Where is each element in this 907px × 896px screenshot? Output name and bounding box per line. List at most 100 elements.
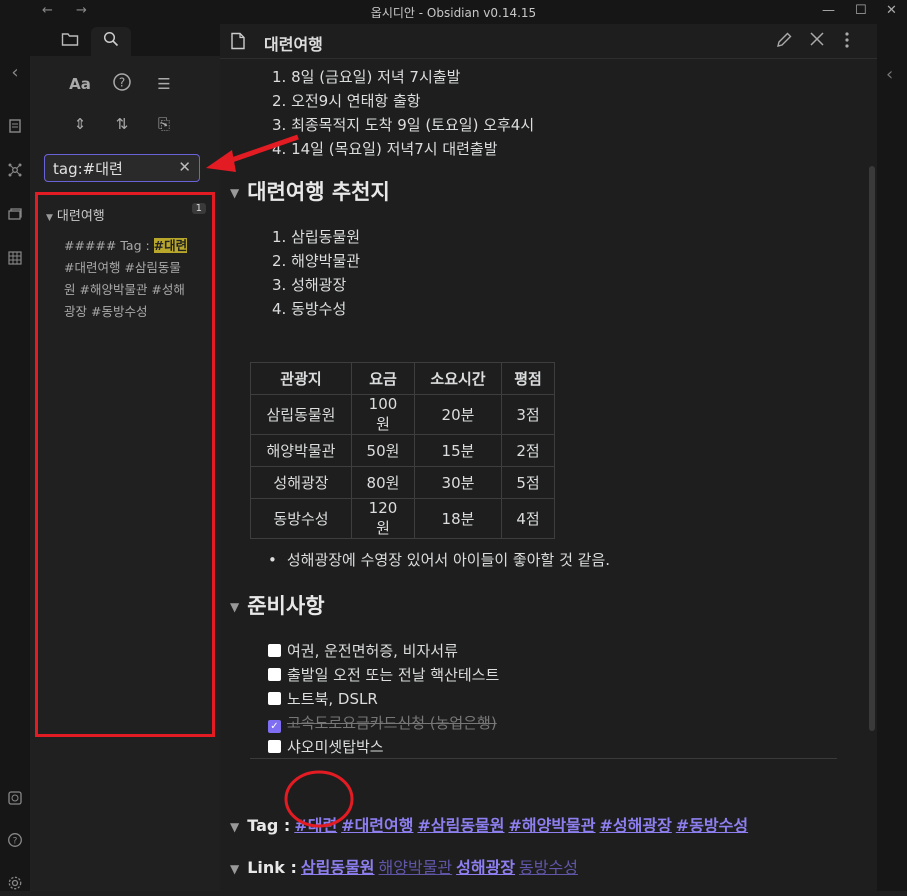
fold-arrow-icon[interactable]: ▼ <box>230 820 239 834</box>
internal-link[interactable]: 삼립동물원 <box>301 858 375 877</box>
task-label: 노트북, DSLR <box>287 690 378 708</box>
table-cell: 15분 <box>414 434 502 467</box>
document-title[interactable]: 대련여행 <box>264 31 323 55</box>
expand-right-sidebar-icon[interactable]: ‹ <box>886 64 893 85</box>
help-circle-icon: ? <box>113 73 131 91</box>
tag-link[interactable]: #삼림동물원 <box>417 816 504 835</box>
table-cell: 80원 <box>351 466 415 499</box>
maximize-button[interactable]: ☐ <box>855 3 867 18</box>
search-result-filename: 대련여행 <box>56 209 105 224</box>
column-header: 관광지 <box>250 362 352 395</box>
tag-label: Tag : <box>247 816 291 835</box>
cards-icon[interactable] <box>6 206 24 224</box>
close-pane-icon[interactable] <box>809 31 825 51</box>
snippet-match: #대련 <box>153 238 188 253</box>
grid-icon[interactable] <box>6 250 24 268</box>
task-checkbox[interactable] <box>268 644 281 657</box>
fold-arrow-icon[interactable]: ▼ <box>230 186 239 200</box>
task-checkbox-checked[interactable]: ✓ <box>268 720 281 733</box>
sidebar-tab-bar <box>30 24 220 56</box>
column-header: 소요시간 <box>414 362 502 395</box>
match-case-button[interactable]: Aa <box>68 72 92 96</box>
internal-link-unresolved[interactable]: 해양박물관 <box>379 858 453 877</box>
task-item: 노트북, DSLR <box>268 688 378 709</box>
table-cell: 30분 <box>414 466 502 499</box>
list-item: 3. 성해광장 <box>272 276 347 294</box>
sort-button[interactable]: ⇅ <box>110 112 134 136</box>
task-label: 여권, 운전면허증, 비자서류 <box>287 642 458 660</box>
task-item: 출발일 오전 또는 전날 핵산테스트 <box>268 664 499 685</box>
heading-recommend[interactable]: ▼ 대련여행 추천지 <box>230 176 390 206</box>
clear-search-icon[interactable]: ✕ <box>178 158 191 176</box>
graph-icon[interactable] <box>6 162 24 180</box>
snippet-text-pre: ##### Tag : <box>64 238 154 253</box>
vault-icon[interactable] <box>6 790 24 808</box>
minimize-button[interactable]: — <box>822 3 835 18</box>
table-cell: 해양박물관 <box>250 434 352 467</box>
reading-view: 1. 8일 (금요일) 저녁 7시출발 2. 오전9시 연태항 출항 3. 최종… <box>220 58 877 891</box>
folder-icon <box>61 33 79 46</box>
list-item: 1. 8일 (금요일) 저녁 7시출발 <box>272 68 461 86</box>
settings-icon[interactable] <box>6 875 24 893</box>
note-icon[interactable] <box>6 118 24 136</box>
list-item: 2. 오전9시 연태항 출항 <box>272 92 421 110</box>
help-icon[interactable]: ? <box>6 832 24 850</box>
match-count-badge: 1 <box>191 203 206 214</box>
more-options-icon[interactable] <box>844 31 850 53</box>
task-item: ✓ 고속도로요금카드신청 (농업은행) <box>268 712 497 733</box>
table-cell: 100원 <box>351 394 415 435</box>
bullet-text: 성해광장에 수영장 있어서 아이들이 좋아할 것 같음. <box>286 551 611 569</box>
heading-preparation[interactable]: ▼ 준비사항 <box>230 590 325 620</box>
file-explorer-tab[interactable] <box>50 27 90 56</box>
table-cell: 120원 <box>351 498 415 539</box>
collapse-arrow-icon[interactable]: ▼ <box>46 213 53 223</box>
table-cell: 성해광장 <box>250 466 352 499</box>
list-item: 4. 동방수성 <box>272 300 347 318</box>
fold-arrow-icon[interactable]: ▼ <box>230 600 239 614</box>
fold-arrow-icon[interactable]: ▼ <box>230 862 239 876</box>
tag-link[interactable]: #성해광장 <box>600 816 672 835</box>
table-row: 삼립동물원 100원 20분 3점 <box>250 394 555 435</box>
search-result-snippet[interactable]: ##### Tag : #대련 #대련여행 #삼림동물원 #해양박물관 #성해광… <box>64 235 192 323</box>
task-checkbox[interactable] <box>268 668 281 681</box>
collapse-results-button[interactable]: ⇕ <box>68 112 92 136</box>
list-item: 4. 14일 (목요일) 저녁7시 대련출발 <box>272 140 498 158</box>
right-ribbon: ‹ <box>877 24 907 891</box>
document-icon <box>230 32 246 54</box>
task-checkbox[interactable] <box>268 740 281 753</box>
search-result-file[interactable]: ▼ 대련여행 <box>46 205 105 224</box>
task-checkbox[interactable] <box>268 692 281 705</box>
copy-results-button[interactable]: ⎘ <box>152 112 176 136</box>
tag-link[interactable]: #동방수성 <box>676 816 748 835</box>
attractions-table: 관광지 요금 소요시간 평점 삼립동물원 100원 20분 3점 해양박물관 5… <box>250 362 555 539</box>
explain-terms-button[interactable]: ☰ <box>152 72 176 96</box>
list-item: 1. 삼립동물원 <box>272 228 361 246</box>
horizontal-rule <box>250 758 837 759</box>
task-item: 여권, 운전면허증, 비자서류 <box>268 640 458 661</box>
search-tab[interactable] <box>91 27 131 56</box>
tag-link[interactable]: #대련여행 <box>341 816 413 835</box>
heading-text: 준비사항 <box>247 594 325 618</box>
tag-link[interactable]: #해양박물관 <box>508 816 595 835</box>
list-item: 3. 최종목적지 도착 9일 (토요일) 오후4시 <box>272 116 535 134</box>
task-item: 샤오미셋탑박스 <box>268 736 384 757</box>
table-cell: 2점 <box>501 434 555 467</box>
internal-link-unresolved[interactable]: 동방수성 <box>519 858 578 877</box>
table-cell: 50원 <box>351 434 415 467</box>
heading-text: 대련여행 추천지 <box>247 180 390 204</box>
close-window-button[interactable]: ✕ <box>886 3 897 18</box>
task-label: 출발일 오전 또는 전날 핵산테스트 <box>287 666 500 684</box>
bullet-dot: • <box>268 551 277 569</box>
collapse-sidebar-icon[interactable]: ‹ <box>6 64 24 82</box>
table-cell: 삼립동물원 <box>250 394 352 435</box>
search-input[interactable] <box>53 159 171 177</box>
edit-pencil-icon[interactable] <box>775 31 793 53</box>
internal-link[interactable]: 성해광장 <box>456 858 515 877</box>
tag-link[interactable]: #대련 <box>294 816 337 835</box>
bullet-item: • 성해광장에 수영장 있어서 아이들이 좋아할 것 같음. <box>268 549 610 570</box>
search-help-button[interactable]: ? <box>110 72 134 96</box>
scrollbar-thumb[interactable] <box>869 166 875 731</box>
table-cell: 18분 <box>414 498 502 539</box>
table-header-row: 관광지 요금 소요시간 평점 <box>250 362 555 395</box>
search-box: ✕ <box>44 154 200 182</box>
